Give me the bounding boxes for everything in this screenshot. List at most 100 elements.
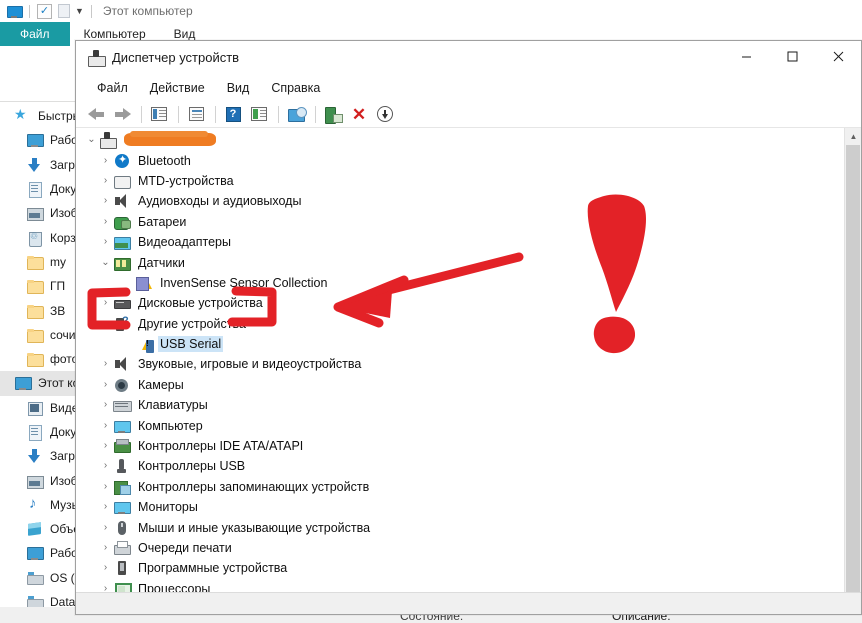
scan-for-hardware-changes-button[interactable]: [247, 103, 271, 125]
device-tree-item[interactable]: InvenSense Sensor Collection: [76, 273, 844, 293]
device-tree-item[interactable]: › Мыши и иные указывающие устройства: [76, 517, 844, 537]
chevron-right-icon[interactable]: ›: [98, 481, 113, 492]
chevron-right-icon[interactable]: ›: [98, 563, 113, 573]
device-tree-item[interactable]: › Звуковые, игровые и видеоустройства: [76, 354, 844, 374]
chevron-right-icon[interactable]: ›: [98, 461, 113, 471]
device-tree-item[interactable]: USB Serial: [76, 334, 844, 354]
device-tree-item[interactable]: › Контроллеры USB: [76, 456, 844, 476]
close-button[interactable]: [815, 41, 861, 72]
device-manager-body: ⌄ › Bluetooth › MTD-устройства › Аудиовходы и …: [76, 128, 861, 592]
chevron-right-icon[interactable]: ›: [98, 502, 113, 512]
device-tree-item[interactable]: › Программные устройства: [76, 558, 844, 578]
device-tree-item[interactable]: › Контроллеры IDE ATA/ATAPI: [76, 436, 844, 456]
device-tree-item[interactable]: › Дисковые устройства: [76, 293, 844, 313]
device-warning-icon: [135, 275, 153, 291]
device-manager-titlebar[interactable]: Диспетчер устройств: [76, 41, 861, 74]
chevron-right-icon[interactable]: ›: [98, 420, 113, 431]
back-button[interactable]: [84, 103, 108, 125]
device-tree[interactable]: ⌄ › Bluetooth › MTD-устройства › Аудиовходы и …: [76, 128, 844, 592]
device-tree-item[interactable]: ⌄ Другие устройства: [76, 314, 844, 334]
help-button[interactable]: ?: [221, 103, 245, 125]
device-tree-item-label: Камеры: [138, 377, 184, 392]
folder-icon: [26, 327, 44, 343]
divider: [29, 4, 30, 18]
chevron-right-icon[interactable]: ›: [98, 441, 113, 451]
device-tree-item[interactable]: › Видеоадаптеры: [76, 232, 844, 252]
chevron-right-icon[interactable]: ›: [98, 155, 113, 166]
back-icon: [87, 107, 105, 121]
divider: [141, 105, 142, 123]
device-tree-item-label: Дисковые устройства: [138, 296, 263, 311]
desktop-icon: [26, 545, 44, 561]
device-manager-window[interactable]: Диспетчер устройств Файл Действие Вид Сп…: [75, 40, 862, 615]
tab-file[interactable]: Файл: [0, 22, 70, 46]
forward-icon: [114, 107, 131, 121]
device-tree-item-label: USB Serial: [158, 336, 224, 353]
minimize-button[interactable]: [723, 41, 769, 72]
device-tree-item[interactable]: › Компьютер: [76, 415, 844, 435]
checkbox-icon[interactable]: ✓: [37, 3, 52, 19]
device-tree-item[interactable]: › Контроллеры запоминающих устройств: [76, 477, 844, 497]
uninstall-device-button[interactable]: ✕: [347, 103, 371, 125]
download-button[interactable]: [373, 103, 397, 125]
device-tree-item[interactable]: › Очереди печати: [76, 538, 844, 558]
chevron-right-icon[interactable]: ›: [98, 583, 113, 592]
computer-icon: [14, 375, 32, 391]
downloads-icon: [26, 448, 43, 464]
console-tree-icon: [151, 107, 167, 121]
chevron-right-icon[interactable]: ›: [98, 237, 113, 247]
device-tree-item[interactable]: › Клавиатуры: [76, 395, 844, 415]
device-tree-item[interactable]: › Процессоры: [76, 579, 844, 592]
chevron-down-icon[interactable]: ⌄: [98, 257, 113, 268]
nav-item-label: сочи: [50, 327, 76, 342]
device-manager-icon: [88, 49, 106, 67]
page-icon[interactable]: [58, 4, 70, 18]
menu-file[interactable]: Файл: [86, 74, 139, 101]
device-tree-item[interactable]: › Bluetooth: [76, 150, 844, 170]
device-tree-scrollbar[interactable]: ▲: [844, 128, 861, 592]
menu-action[interactable]: Действие: [139, 74, 216, 101]
show-hide-console-tree-button[interactable]: [147, 103, 171, 125]
scrollbar-thumb[interactable]: [846, 145, 860, 592]
device-tree-item[interactable]: › MTD-устройства: [76, 171, 844, 191]
forward-button[interactable]: [110, 103, 134, 125]
chevron-down-icon[interactable]: ⌄: [98, 318, 113, 329]
device-tree-item[interactable]: › Аудиовходы и аудиовыходы: [76, 191, 844, 211]
properties-button[interactable]: [184, 103, 208, 125]
maximize-button[interactable]: [769, 41, 815, 72]
chevron-right-icon[interactable]: ›: [98, 359, 113, 369]
device-category-icon: [99, 132, 117, 150]
monitor-button[interactable]: [284, 103, 308, 125]
properties-icon: [188, 107, 204, 121]
chevron-right-icon[interactable]: ›: [98, 196, 113, 206]
chevron-right-icon[interactable]: ›: [98, 216, 113, 227]
device-category-icon: [113, 418, 131, 434]
device-tree-item[interactable]: › Камеры: [76, 375, 844, 395]
divider: [215, 105, 216, 123]
update-driver-button[interactable]: [321, 103, 345, 125]
device-tree-item[interactable]: ⌄ Датчики: [76, 252, 844, 272]
device-category-icon: [113, 214, 131, 230]
uninstall-device-icon: ✕: [351, 104, 367, 124]
device-tree-item-label: Компьютер: [138, 418, 203, 433]
chevron-down-icon[interactable]: ⌄: [84, 135, 99, 145]
chevron-right-icon[interactable]: ›: [98, 543, 113, 553]
chevron-right-icon[interactable]: ›: [98, 379, 113, 390]
chevron-down-icon[interactable]: ▼: [75, 6, 84, 16]
monitor-icon[interactable]: [6, 3, 23, 19]
device-tree-item-label: Контроллеры USB: [138, 459, 246, 474]
chevron-right-icon[interactable]: ›: [98, 400, 113, 410]
chevron-right-icon[interactable]: ›: [98, 298, 113, 308]
menu-view[interactable]: Вид: [216, 74, 261, 101]
device-tree-item[interactable]: › Батареи: [76, 212, 844, 232]
device-tree-item[interactable]: ⌄: [76, 130, 844, 150]
scroll-up-icon[interactable]: ▲: [845, 128, 861, 145]
downloads-icon: [26, 157, 43, 173]
chevron-right-icon[interactable]: ›: [98, 522, 113, 533]
menu-help[interactable]: Справка: [260, 74, 331, 101]
chevron-right-icon[interactable]: ›: [98, 175, 113, 186]
device-tree-item[interactable]: › Мониторы: [76, 497, 844, 517]
nav-item-label: ЗВ: [50, 303, 66, 318]
device-tree-item-label: Программные устройства: [138, 561, 288, 576]
device-manager-title: Диспетчер устройств: [112, 50, 240, 65]
